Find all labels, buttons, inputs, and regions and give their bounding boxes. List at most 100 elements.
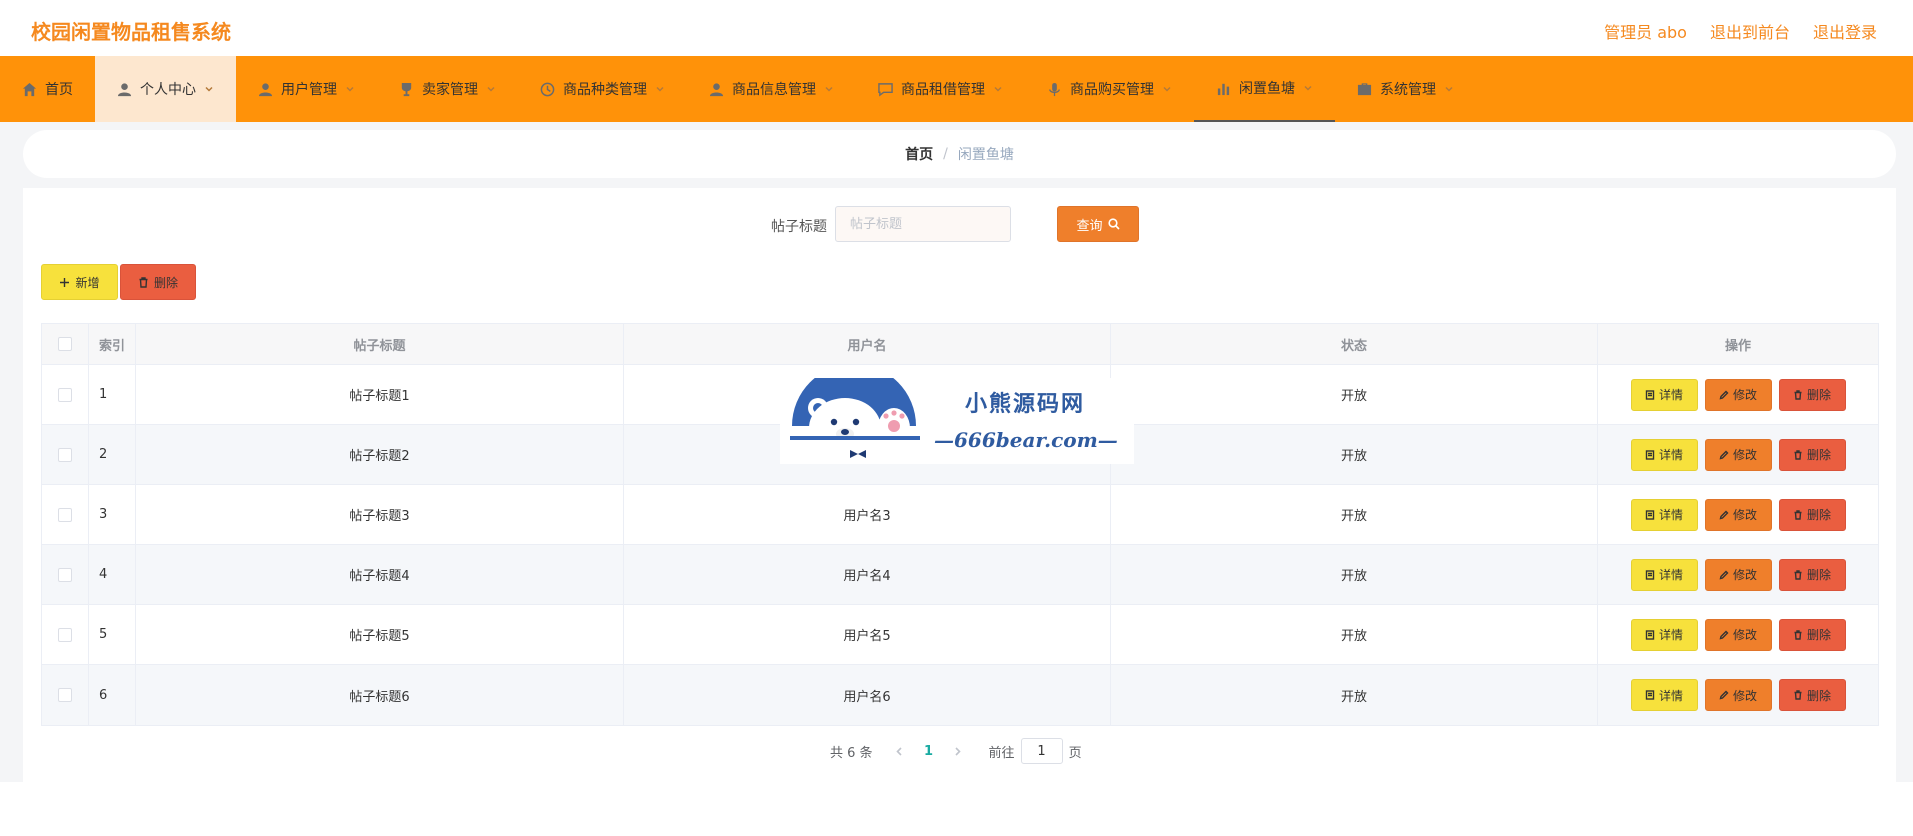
- detail-button[interactable]: 详情: [1630, 679, 1698, 711]
- chevron-down-icon: [346, 86, 354, 92]
- search-input[interactable]: [835, 206, 1011, 242]
- chevron-down-icon: [994, 86, 1002, 92]
- document-icon: [1645, 449, 1655, 460]
- row-index: 6: [89, 665, 136, 725]
- nav-item-category-management[interactable]: 商品种类管理: [518, 56, 687, 122]
- goto-label: 前往: [988, 745, 1015, 761]
- delete-button-label: 删除: [1806, 388, 1831, 402]
- chevron-down-icon: [205, 86, 213, 92]
- delete-button[interactable]: 删除: [1778, 679, 1846, 711]
- detail-button-label: 详情: [1658, 388, 1683, 402]
- detail-button[interactable]: 详情: [1630, 498, 1698, 531]
- breadcrumb-home[interactable]: 首页: [905, 144, 933, 164]
- row-checkbox[interactable]: [58, 627, 72, 642]
- row-checkbox[interactable]: [58, 387, 72, 402]
- row-status: 开放: [1111, 665, 1598, 725]
- nav-item-user-management[interactable]: 用户管理: [236, 56, 377, 122]
- user-icon: [709, 82, 724, 96]
- row-index: 4: [89, 545, 136, 604]
- search-label: 帖子标题: [771, 219, 827, 235]
- batch-delete-label: 删除: [153, 275, 178, 290]
- chart-icon: [1217, 83, 1230, 95]
- edit-button-label: 修改: [1732, 628, 1757, 642]
- nav-item-system-management[interactable]: 系统管理: [1335, 56, 1476, 122]
- detail-button[interactable]: 详情: [1630, 618, 1698, 651]
- delete-button[interactable]: 删除: [1778, 618, 1846, 651]
- watermark-url: —666bear.com—: [934, 428, 1118, 452]
- next-page-button[interactable]: [947, 740, 969, 762]
- nav-item-seller-management[interactable]: 卖家管理: [377, 56, 518, 122]
- edit-button[interactable]: 修改: [1704, 558, 1772, 591]
- row-actions: 详情 修改 删除: [1598, 365, 1878, 424]
- admin-user-link[interactable]: 管理员 abo: [1604, 19, 1687, 43]
- row-index: 2: [89, 425, 136, 484]
- header-username: 用户名: [624, 324, 1111, 364]
- prev-page-button[interactable]: [889, 740, 911, 762]
- header-links: 管理员 abo 退出到前台 退出登录: [1604, 19, 1877, 43]
- search-button[interactable]: 查询: [1057, 206, 1139, 242]
- row-select-cell: [42, 665, 89, 725]
- batch-delete-button[interactable]: 删除: [120, 264, 196, 300]
- exit-to-frontend-link[interactable]: 退出到前台: [1710, 19, 1790, 43]
- row-status: 开放: [1111, 485, 1598, 544]
- nav-item-rental-management[interactable]: 商品租借管理: [856, 56, 1025, 122]
- detail-button[interactable]: 详情: [1630, 438, 1698, 471]
- table-row: 4 帖子标题4 用户名4 开放 详情 修改 删除: [42, 545, 1878, 605]
- select-all-checkbox[interactable]: [58, 337, 72, 351]
- briefcase-icon: [1357, 82, 1372, 95]
- edit-icon: [1719, 510, 1729, 519]
- delete-button-label: 删除: [1806, 688, 1831, 703]
- breadcrumb: 首页 / 闲置鱼塘: [23, 130, 1896, 178]
- edit-icon: [1719, 630, 1729, 639]
- table-header-row: 索引 帖子标题 用户名 状态 操作: [42, 324, 1878, 365]
- nav-item-product-info-management[interactable]: 商品信息管理: [687, 56, 856, 122]
- row-title: 帖子标题5: [136, 605, 624, 664]
- nav-item-purchase-management[interactable]: 商品购买管理: [1025, 56, 1194, 122]
- add-button[interactable]: 新增: [41, 264, 118, 300]
- delete-button[interactable]: 删除: [1778, 438, 1846, 471]
- nav-item-idle-pond[interactable]: 闲置鱼塘: [1194, 56, 1335, 122]
- trash-icon: [1794, 389, 1802, 400]
- table-row: 6 帖子标题6 用户名6 开放 详情 修改 删除: [42, 665, 1878, 725]
- edit-icon: [1719, 690, 1729, 700]
- detail-button[interactable]: 详情: [1630, 558, 1698, 591]
- detail-button-label: 详情: [1658, 628, 1683, 642]
- edit-button[interactable]: 修改: [1704, 438, 1772, 471]
- trash-icon: [1794, 449, 1802, 460]
- edit-button-label: 修改: [1732, 568, 1757, 582]
- header-index: 索引: [89, 324, 136, 364]
- chevron-down-icon: [487, 86, 495, 92]
- row-checkbox[interactable]: [58, 507, 72, 522]
- edit-button[interactable]: 修改: [1704, 378, 1772, 411]
- nav-item-label: 商品种类管理: [563, 82, 647, 98]
- main-nav: 首页 个人中心 用户管理 卖家管理 商品种类管理 商品信息管理 商品租借管理 商…: [0, 56, 1913, 122]
- logout-link[interactable]: 退出登录: [1813, 19, 1877, 43]
- nav-item-personal-center[interactable]: 个人中心: [95, 56, 236, 122]
- detail-button[interactable]: 详情: [1630, 378, 1698, 411]
- search-button-label: 查询: [1076, 218, 1103, 234]
- edit-button[interactable]: 修改: [1704, 618, 1772, 651]
- edit-button[interactable]: 修改: [1704, 498, 1772, 531]
- home-icon: [22, 82, 37, 96]
- row-actions: 详情 修改 删除: [1598, 425, 1878, 484]
- clock-icon: [540, 82, 555, 96]
- delete-button[interactable]: 删除: [1778, 378, 1846, 411]
- edit-button[interactable]: 修改: [1704, 679, 1772, 711]
- nav-item-home[interactable]: 首页: [0, 56, 95, 122]
- row-checkbox[interactable]: [58, 447, 72, 462]
- trash-icon: [1794, 569, 1802, 580]
- page-number-current[interactable]: 1: [911, 744, 947, 759]
- app-title: 校园闲置物品租售系统: [31, 20, 231, 44]
- nav-item-label: 商品租借管理: [901, 82, 985, 98]
- row-checkbox[interactable]: [58, 688, 72, 702]
- document-icon: [1645, 509, 1655, 520]
- detail-button-label: 详情: [1658, 508, 1683, 522]
- pagination: 共 6 条 1 前往 页: [830, 738, 1082, 764]
- delete-button[interactable]: 删除: [1778, 558, 1846, 591]
- goto-page-input[interactable]: [1020, 738, 1063, 764]
- plus-icon: [60, 277, 70, 287]
- trash-icon: [1794, 629, 1802, 640]
- row-select-cell: [42, 365, 89, 424]
- row-checkbox[interactable]: [58, 567, 72, 582]
- delete-button[interactable]: 删除: [1778, 498, 1846, 531]
